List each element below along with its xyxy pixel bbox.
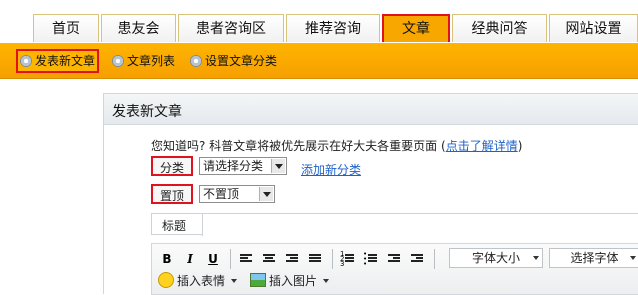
toolbar-separator — [332, 249, 333, 269]
tab-home[interactable]: 首页 — [33, 14, 99, 42]
add-category-link[interactable]: 添加新分类 — [301, 161, 361, 178]
image-icon — [250, 273, 266, 287]
chevron-down-icon[interactable] — [259, 187, 273, 201]
notice-details-link[interactable]: 点击了解详情 — [446, 139, 518, 153]
subnav-article-list[interactable]: 文章列表 — [112, 51, 175, 71]
notice-body: 您知道吗? 科普文章将被优先展示在好大夫各重要页面 ( — [151, 139, 446, 153]
chevron-down-icon[interactable] — [323, 279, 330, 283]
title-input[interactable] — [202, 214, 638, 236]
top-tab-bar: 首页 患友会 患者咨询区 推荐咨询 文章 经典问答 网站设置 — [0, 0, 638, 43]
subnav-label: 发表新文章 — [35, 54, 96, 68]
subnav-label: 设置文章分类 — [205, 54, 278, 68]
panel-header: 发表新文章 — [104, 94, 638, 125]
tab-patient-club[interactable]: 患友会 — [101, 14, 176, 42]
post-article-panel: 发表新文章 您知道吗? 科普文章将被优先展示在好大夫各重要页面 (点击了解详情)… — [103, 93, 638, 295]
subnav-set-article-category[interactable]: 设置文章分类 — [190, 51, 277, 71]
tab-recommended-consult[interactable]: 推荐咨询 — [286, 14, 380, 42]
tab-articles[interactable]: 文章 — [382, 14, 450, 42]
indent-icon[interactable] — [408, 250, 426, 268]
insert-image-button[interactable]: 插入图片 — [250, 271, 330, 291]
notice-end: ) — [517, 139, 523, 153]
gear-icon — [190, 55, 202, 67]
subnav-label: 文章列表 — [127, 54, 176, 68]
toolbar-separator — [230, 249, 231, 269]
category-select-value: 请选择分类 — [203, 159, 264, 173]
editor-toolbar: B I U 123 • • • 字体大小 选择字体 插入表情 插入图片 — [151, 243, 638, 295]
align-center-icon[interactable] — [260, 250, 278, 268]
insert-emoji-label: 插入表情 — [177, 274, 226, 288]
chevron-down-icon — [630, 256, 636, 260]
pin-select[interactable]: 不置顶 — [199, 185, 275, 203]
font-size-label: 字体大小 — [471, 251, 520, 265]
title-label: 标题 — [162, 219, 187, 233]
ordered-list-icon[interactable]: 123 — [339, 250, 357, 268]
category-select[interactable]: 请选择分类 — [199, 157, 287, 175]
tab-patient-consult[interactable]: 患者咨询区 — [178, 14, 284, 42]
font-family-label: 选择字体 — [570, 251, 619, 265]
chevron-down-icon[interactable] — [231, 279, 238, 283]
gear-icon — [112, 55, 124, 67]
bold-button[interactable]: B — [158, 250, 176, 268]
align-justify-icon[interactable] — [306, 250, 324, 268]
pin-label: 置顶 — [151, 184, 193, 204]
title-row: 标题 — [151, 213, 638, 236]
left-empty-area — [0, 79, 103, 293]
gear-icon — [20, 55, 32, 67]
font-size-dropdown[interactable]: 字体大小 — [449, 248, 543, 268]
insert-image-label: 插入图片 — [269, 274, 318, 288]
chevron-down-icon[interactable] — [271, 159, 285, 173]
subnav-post-new-article[interactable]: 发表新文章 — [16, 49, 100, 73]
toolbar-separator — [434, 249, 435, 269]
outdent-icon[interactable] — [385, 250, 403, 268]
chevron-down-icon — [533, 256, 539, 260]
unordered-list-icon[interactable]: • • • — [362, 250, 380, 268]
align-left-icon[interactable] — [237, 250, 255, 268]
notice-text: 您知道吗? 科普文章将被优先展示在好大夫各重要页面 (点击了解详情) — [151, 137, 522, 154]
tab-site-settings[interactable]: 网站设置 — [549, 14, 638, 42]
font-family-dropdown[interactable]: 选择字体 — [549, 248, 638, 268]
smiley-icon — [158, 272, 174, 288]
category-label: 分类 — [151, 156, 193, 176]
italic-button[interactable]: I — [181, 250, 199, 268]
insert-emoji-button[interactable]: 插入表情 — [158, 271, 238, 291]
panel-title: 发表新文章 — [112, 104, 182, 120]
tab-classic-qa[interactable]: 经典问答 — [452, 14, 547, 42]
sub-nav-bar: 发表新文章 文章列表 设置文章分类 — [0, 43, 638, 79]
underline-button[interactable]: U — [204, 250, 222, 268]
align-right-icon[interactable] — [283, 250, 301, 268]
pin-select-value: 不置顶 — [203, 187, 240, 201]
